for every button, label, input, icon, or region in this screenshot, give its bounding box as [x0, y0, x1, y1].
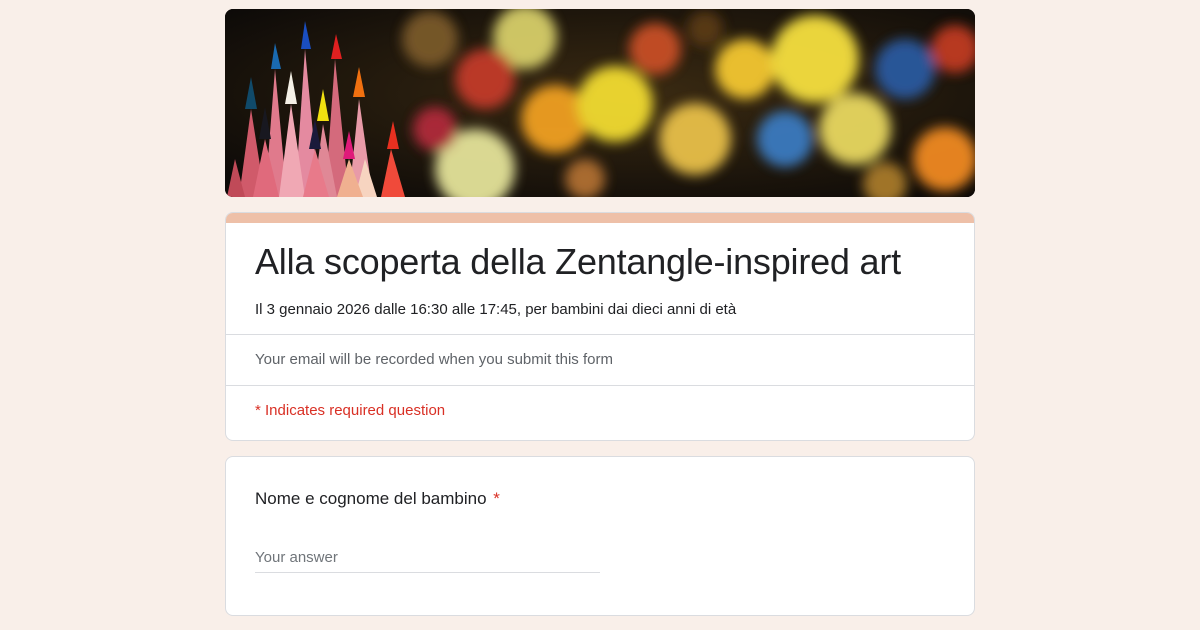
required-asterisk: * — [493, 489, 500, 508]
email-recorded-note: Your email will be recorded when you sub… — [255, 351, 613, 368]
form-title: Alla scoperta della Zentangle-inspired a… — [255, 241, 901, 282]
header-banner-image — [225, 9, 975, 197]
form-container: Alla scoperta della Zentangle-inspired a… — [225, 9, 975, 616]
question-title: Nome e cognome del bambino * — [255, 487, 945, 511]
form-header-card: Alla scoperta della Zentangle-inspired a… — [225, 212, 975, 441]
theme-accent-bar — [226, 213, 974, 223]
question-card: Nome e cognome del bambino * — [225, 456, 975, 616]
question-label: Nome e cognome del bambino — [255, 489, 487, 508]
required-question-note: * Indicates required question — [255, 402, 446, 419]
form-header-body: Alla scoperta della Zentangle-inspired a… — [226, 223, 974, 334]
answer-input[interactable] — [255, 545, 600, 573]
form-description: Il 3 gennaio 2026 dalle 16:30 alle 17:45… — [255, 301, 737, 318]
